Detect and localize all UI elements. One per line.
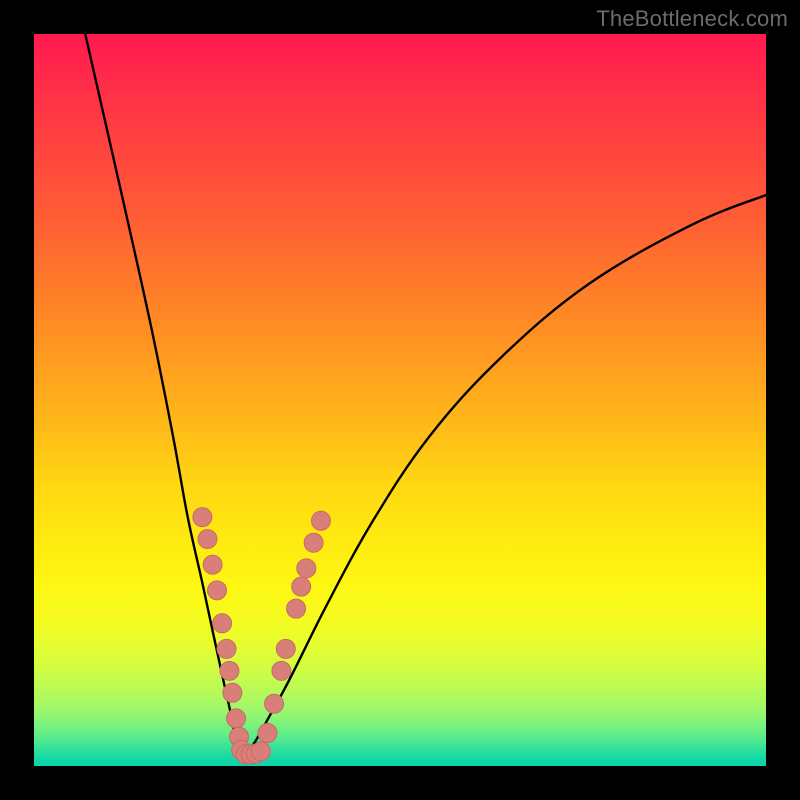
data-marker bbox=[217, 639, 236, 658]
data-marker bbox=[287, 599, 306, 618]
data-marker bbox=[203, 555, 222, 574]
plot-area bbox=[34, 34, 766, 766]
data-marker bbox=[251, 742, 270, 761]
data-marker bbox=[265, 694, 284, 713]
data-marker bbox=[276, 639, 295, 658]
chart-frame: TheBottleneck.com bbox=[0, 0, 800, 800]
data-marker bbox=[311, 511, 330, 530]
data-marker bbox=[220, 661, 239, 680]
data-marker bbox=[213, 614, 232, 633]
curve-layer bbox=[34, 34, 766, 766]
watermark-text: TheBottleneck.com bbox=[596, 6, 788, 32]
data-marker bbox=[223, 683, 242, 702]
data-marker bbox=[272, 661, 291, 680]
data-marker bbox=[193, 508, 212, 527]
data-marker bbox=[304, 533, 323, 552]
data-marker bbox=[198, 530, 217, 549]
data-marker bbox=[258, 724, 277, 743]
curve-right-branch bbox=[243, 195, 766, 755]
data-marker bbox=[297, 559, 316, 578]
data-marker bbox=[292, 577, 311, 596]
data-marker bbox=[208, 581, 227, 600]
data-marker bbox=[227, 709, 246, 728]
